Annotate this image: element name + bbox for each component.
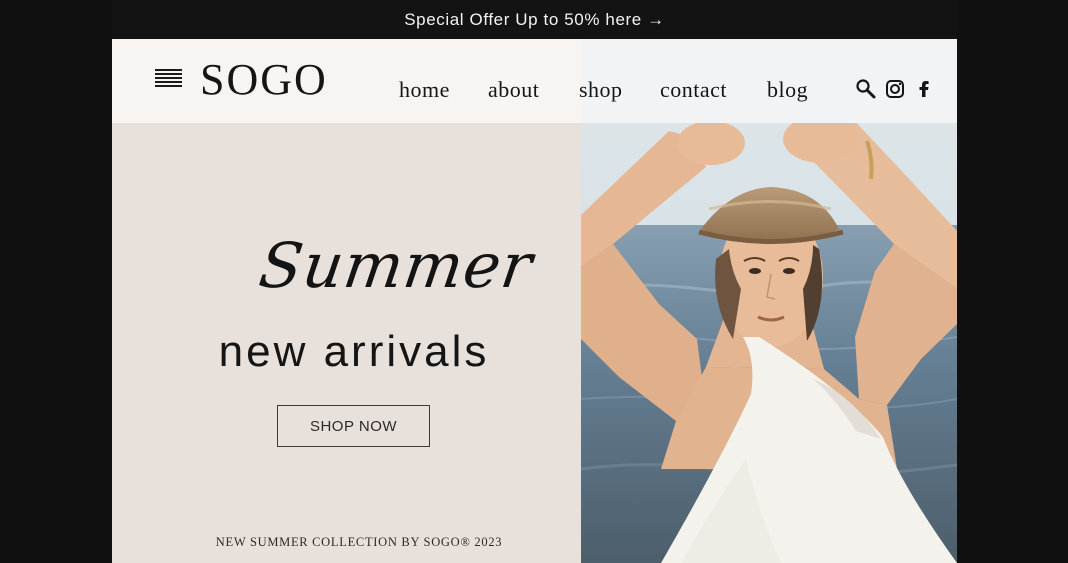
site-header: SOGO home about shop contact blog [112, 39, 957, 123]
promo-bar[interactable]: Special Offer Up to 50% here → [112, 0, 957, 39]
instagram-icon[interactable] [885, 79, 905, 99]
nav-blog[interactable]: blog [767, 77, 808, 103]
header-icons [856, 79, 934, 99]
nav-shop[interactable]: shop [579, 77, 623, 103]
search-icon[interactable] [856, 79, 876, 99]
collection-caption: NEW SUMMER COLLECTION BY SOGO® 2023 [215, 535, 503, 549]
promo-text[interactable]: Special Offer Up to 50% here → [404, 10, 665, 30]
menu-icon[interactable] [155, 69, 182, 91]
nav-contact[interactable]: contact [660, 77, 727, 103]
logo[interactable]: SOGO [200, 54, 328, 105]
nav-about[interactable]: about [488, 77, 539, 103]
facebook-icon[interactable] [914, 79, 934, 99]
hero-script-title: Summer [254, 229, 538, 302]
shop-now-button[interactable]: SHOP NOW [277, 405, 430, 447]
nav-home[interactable]: home [399, 77, 450, 103]
page: Summer new arrivals SHOP NOW NEW SUMMER … [112, 39, 957, 563]
hero-title: new arrivals [218, 327, 490, 376]
